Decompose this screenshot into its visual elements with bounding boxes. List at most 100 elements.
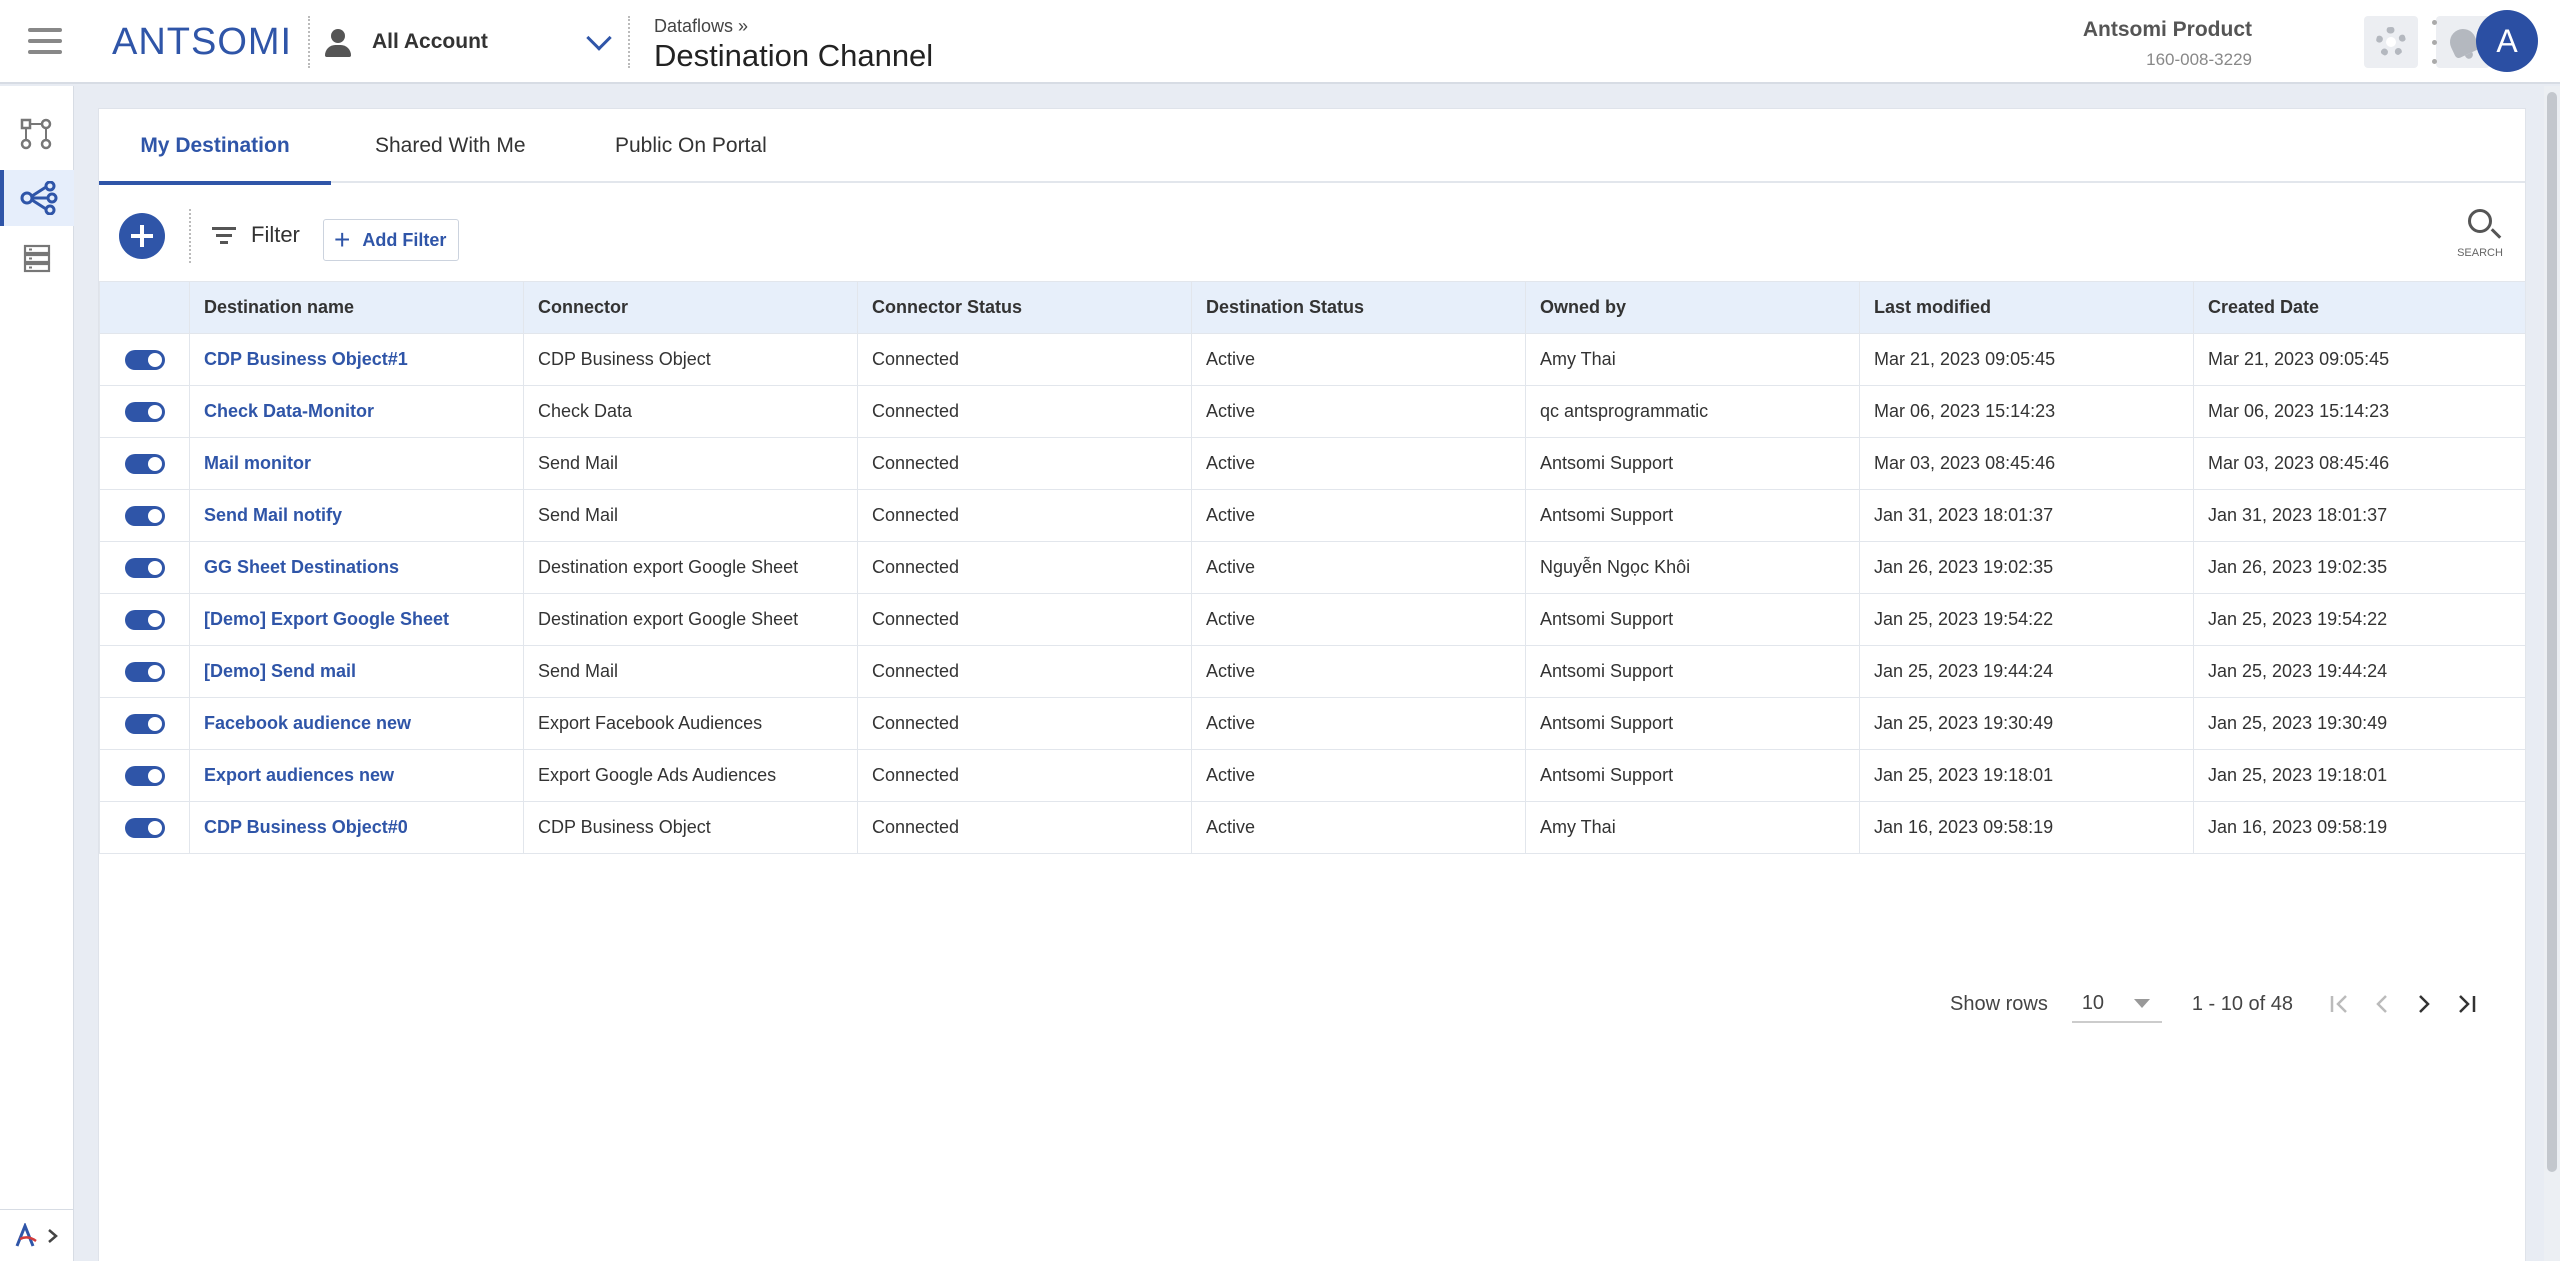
destination-name-link[interactable]: GG Sheet Destinations	[189, 541, 524, 594]
column-header[interactable]: Destination Status	[1191, 281, 1526, 334]
rows-per-page-value: 10	[2081, 991, 2105, 1014]
last-page-button[interactable]	[2445, 983, 2487, 1025]
prev-page-button[interactable]	[2361, 983, 2403, 1025]
enable-toggle[interactable]	[124, 765, 165, 786]
destination-name-link[interactable]: CDP Business Object#0	[189, 801, 524, 854]
enable-toggle[interactable]	[124, 661, 165, 682]
destination-name-link[interactable]: Mail monitor	[189, 437, 524, 490]
logo-text: ANTSOMI	[112, 20, 293, 63]
tab-public-on-portal[interactable]: Public On Portal	[615, 109, 767, 183]
caret-down-icon	[2133, 999, 2150, 1008]
search-label: SEARCH	[2457, 247, 2503, 259]
destinations-panel: My Destination Shared With Me Public On …	[98, 108, 2526, 1261]
created-date-cell: Jan 31, 2023 18:01:37	[2193, 489, 2526, 542]
column-header[interactable]: Connector	[523, 281, 858, 334]
enable-toggle[interactable]	[124, 609, 165, 630]
destination-name-link[interactable]: [Demo] Export Google Sheet	[189, 593, 524, 646]
owner-cell: Antsomi Support	[1525, 593, 1860, 646]
column-header-toggle	[99, 281, 190, 334]
destination-status-cell: Active	[1191, 541, 1526, 594]
expand-rail-button[interactable]	[0, 1209, 74, 1261]
table-row[interactable]: Mail monitor Send Mail Connected Active Ants…	[99, 437, 2526, 490]
add-filter-label: Add Filter	[362, 229, 447, 250]
destination-name-link[interactable]: Check Data-Monitor	[189, 385, 524, 438]
destination-status-cell: Active	[1191, 645, 1526, 698]
rail-item-destinations[interactable]	[0, 170, 74, 226]
table-row[interactable]: Check Data-Monitor Check Data Connected Act…	[99, 385, 2526, 438]
destination-status-cell: Active	[1191, 593, 1526, 646]
chevron-right-icon	[2419, 995, 2430, 1013]
filter-label: Filter	[251, 222, 300, 247]
gear-icon	[2376, 27, 2406, 57]
connector-cell: CDP Business Object	[523, 801, 858, 854]
next-page-button[interactable]	[2403, 983, 2445, 1025]
enable-toggle[interactable]	[124, 817, 165, 838]
breadcrumb[interactable]: Dataflows »	[654, 16, 748, 37]
column-header[interactable]: Connector Status	[857, 281, 1192, 334]
connector-cell: CDP Business Object	[523, 333, 858, 386]
column-header[interactable]: Last modified	[1859, 281, 2194, 334]
toggle-cell	[99, 697, 190, 750]
tab-my-destination[interactable]: My Destination	[99, 109, 331, 185]
scrollbar-thumb[interactable]	[2547, 92, 2557, 1172]
table-row[interactable]: Facebook audience new Export Facebook Aud…	[99, 697, 2526, 750]
header-divider	[628, 16, 630, 68]
chevron-down-icon	[586, 25, 612, 51]
tab-shared-with-me[interactable]: Shared With Me	[375, 109, 526, 183]
table-row[interactable]: CDP Business Object#1 CDP Business Object…	[99, 333, 2526, 386]
owner-cell: Amy Thai	[1525, 333, 1860, 386]
table-row[interactable]: GG Sheet Destinations Destination export …	[99, 541, 2526, 594]
created-date-cell: Jan 25, 2023 19:18:01	[2193, 749, 2526, 802]
destination-name-link[interactable]: [Demo] Send mail	[189, 645, 524, 698]
account-selector[interactable]: All Account	[322, 20, 614, 64]
table-row[interactable]: [Demo] Send mail Send Mail Connected Active…	[99, 645, 2526, 698]
created-date-cell: Jan 25, 2023 19:54:22	[2193, 593, 2526, 646]
search-button[interactable]: SEARCH	[2455, 205, 2505, 267]
add-filter-button[interactable]: + Add Filter	[323, 219, 460, 261]
enable-toggle[interactable]	[124, 505, 165, 526]
avatar[interactable]: A	[2476, 10, 2538, 72]
rail-item-storage[interactable]	[0, 230, 74, 286]
table-row[interactable]: Send Mail notify Send Mail Connected Active…	[99, 489, 2526, 542]
connector-status-cell: Connected	[857, 801, 1192, 854]
connector-cell: Destination export Google Sheet	[523, 541, 858, 594]
enable-toggle[interactable]	[124, 349, 165, 370]
created-date-cell: Mar 03, 2023 08:45:46	[2193, 437, 2526, 490]
enable-toggle[interactable]	[124, 453, 165, 474]
enable-toggle[interactable]	[124, 557, 165, 578]
antsomi-logo[interactable]: ANTSOMI	[112, 20, 292, 64]
destination-name-link[interactable]: Facebook audience new	[189, 697, 524, 750]
table-row[interactable]: [Demo] Export Google Sheet Destination ex…	[99, 593, 2526, 646]
column-header[interactable]: Destination name	[189, 281, 524, 334]
last-modified-cell: Jan 25, 2023 19:44:24	[1859, 645, 2194, 698]
filter-button[interactable]: Filter	[211, 215, 300, 255]
more-menu-icon[interactable]	[2432, 20, 2440, 64]
top-header: ANTSOMI All Account Dataflows » Destinat…	[0, 0, 2560, 84]
page-title: Destination Channel	[654, 38, 934, 73]
chevron-left-icon	[2376, 995, 2387, 1013]
account-label: All Account	[372, 30, 488, 53]
column-header[interactable]: Created Date	[2193, 281, 2526, 334]
rows-per-page-select[interactable]: 10	[2071, 985, 2162, 1023]
enable-toggle[interactable]	[124, 401, 165, 422]
last-modified-cell: Jan 31, 2023 18:01:37	[1859, 489, 2194, 542]
settings-button[interactable]	[2364, 16, 2418, 68]
menu-icon[interactable]	[28, 28, 62, 56]
column-header[interactable]: Owned by	[1525, 281, 1860, 334]
destination-name-link[interactable]: Export audiences new	[189, 749, 524, 802]
toggle-cell	[99, 749, 190, 802]
filter-icon	[211, 225, 237, 245]
rail-item-dataflows[interactable]	[0, 106, 74, 162]
connector-cell: Send Mail	[523, 645, 858, 698]
add-destination-button[interactable]	[119, 213, 165, 259]
last-page-icon	[2459, 995, 2476, 1013]
connector-status-cell: Connected	[857, 697, 1192, 750]
table-row[interactable]: CDP Business Object#0 CDP Business Object…	[99, 801, 2526, 854]
destination-name-link[interactable]: Send Mail notify	[189, 489, 524, 542]
destination-name-link[interactable]: CDP Business Object#1	[189, 333, 524, 386]
page-scrollbar[interactable]	[2544, 86, 2560, 1261]
enable-toggle[interactable]	[124, 713, 165, 734]
table-row[interactable]: Export audiences new Export Google Ads Au…	[99, 749, 2526, 802]
first-page-button[interactable]	[2319, 983, 2361, 1025]
toggle-cell	[99, 801, 190, 854]
